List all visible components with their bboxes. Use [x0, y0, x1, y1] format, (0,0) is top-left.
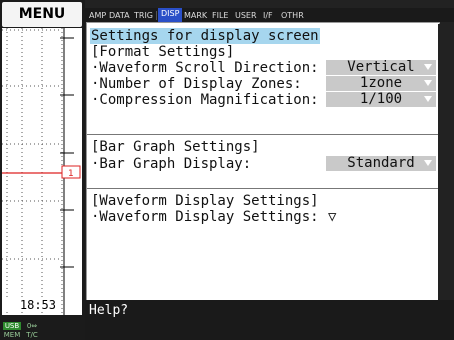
compression-value: 1/100 [359, 91, 403, 107]
section-divider [87, 188, 439, 189]
tab-trig[interactable]: TRIG [134, 10, 153, 22]
bar-graph-value: Standard [347, 155, 415, 171]
scroll-direction-select[interactable]: Vertical [326, 60, 436, 75]
help-bar[interactable]: Help? [85, 300, 454, 340]
tab-if[interactable]: I/F [263, 10, 273, 22]
tab-othr[interactable]: OTHR [281, 10, 304, 22]
bar-graph-label: ·Bar Graph Display: [91, 156, 252, 172]
display-zones-label: ·Number of Display Zones: [91, 76, 302, 92]
format-settings-heading: [Format Settings] [91, 44, 235, 60]
clock: 18:53 [2, 298, 56, 312]
status-indicators: USB 0⇔ MEM T/C [3, 322, 58, 340]
open-triangle-icon: ▽ [328, 209, 337, 225]
menu-button[interactable]: MENU [2, 2, 82, 27]
tab-amp[interactable]: AMP [89, 10, 106, 22]
scroll-direction-value: Vertical [347, 59, 415, 75]
bar-graph-select[interactable]: Standard [326, 156, 436, 171]
mem-badge: MEM [3, 331, 21, 339]
waveform-grid: 1 [2, 28, 81, 315]
waveform-display-button[interactable]: ▽ [328, 209, 344, 225]
bar-graph-heading: [Bar Graph Settings] [91, 139, 260, 155]
dropdown-arrow-icon [424, 96, 432, 102]
tc-badge: T/C [26, 331, 38, 339]
tab-file[interactable]: FILE [212, 10, 228, 22]
tab-mark[interactable]: MARK [184, 10, 207, 22]
display-zones-select[interactable]: 1zone [326, 76, 436, 91]
display-zones-value: 1zone [359, 75, 403, 91]
compression-label: ·Compression Magnification: [91, 92, 319, 108]
right-edge-bar [438, 24, 450, 300]
waveform-display-label: ·Waveform Display Settings: [91, 209, 319, 225]
scroll-direction-label: ·Waveform Scroll Direction: [91, 60, 319, 76]
left-panel: MENU 1 18:53 USB 0⇔ MEM T/C [0, 0, 85, 340]
section-divider [87, 134, 439, 135]
tab-disp[interactable]: DISP [158, 8, 183, 22]
dropdown-arrow-icon [424, 80, 432, 86]
settings-panel: Settings for display screen [Format Sett… [86, 22, 440, 302]
usb-badge: USB [3, 322, 21, 330]
tab-user[interactable]: USER [235, 10, 257, 22]
dropdown-arrow-icon [424, 64, 432, 70]
channel-marker: 1 [68, 169, 74, 179]
waveform-display-heading: [Waveform Display Settings] [91, 193, 319, 209]
help-text: Help? [89, 303, 129, 318]
pc-link-badge: 0⇔ [26, 322, 38, 330]
tab-data[interactable]: DATA [109, 10, 130, 22]
tab-bar: AMP DATA TRIG DISP MARK FILE USER I/F OT… [85, 8, 454, 22]
tab-separator [156, 11, 157, 20]
screen-title: Settings for display screen [90, 28, 320, 44]
dropdown-arrow-icon [424, 160, 432, 166]
waveform-strip: 1 [2, 28, 82, 315]
compression-select[interactable]: 1/100 [326, 92, 436, 107]
